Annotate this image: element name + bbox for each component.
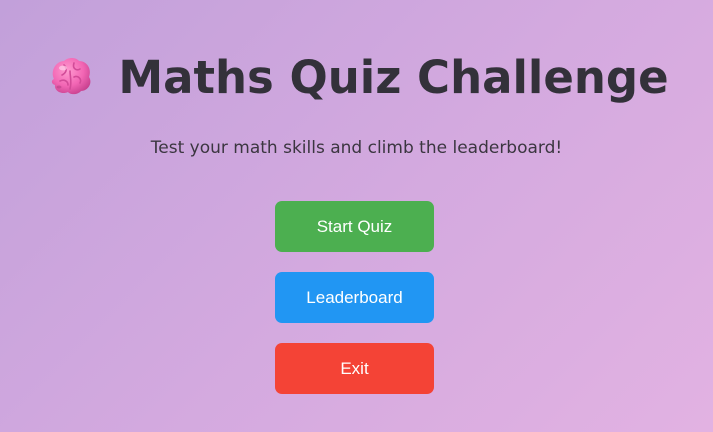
page-title: Maths Quiz Challenge	[118, 50, 669, 104]
start-quiz-button[interactable]: Start Quiz	[275, 201, 434, 252]
page-subtitle: Test your math skills and climb the lead…	[150, 138, 563, 158]
title-row: Maths Quiz Challenge	[0, 42, 713, 112]
leaderboard-button[interactable]: Leaderboard	[275, 272, 434, 323]
brain-icon	[44, 51, 96, 103]
exit-button[interactable]: Exit	[275, 343, 434, 394]
